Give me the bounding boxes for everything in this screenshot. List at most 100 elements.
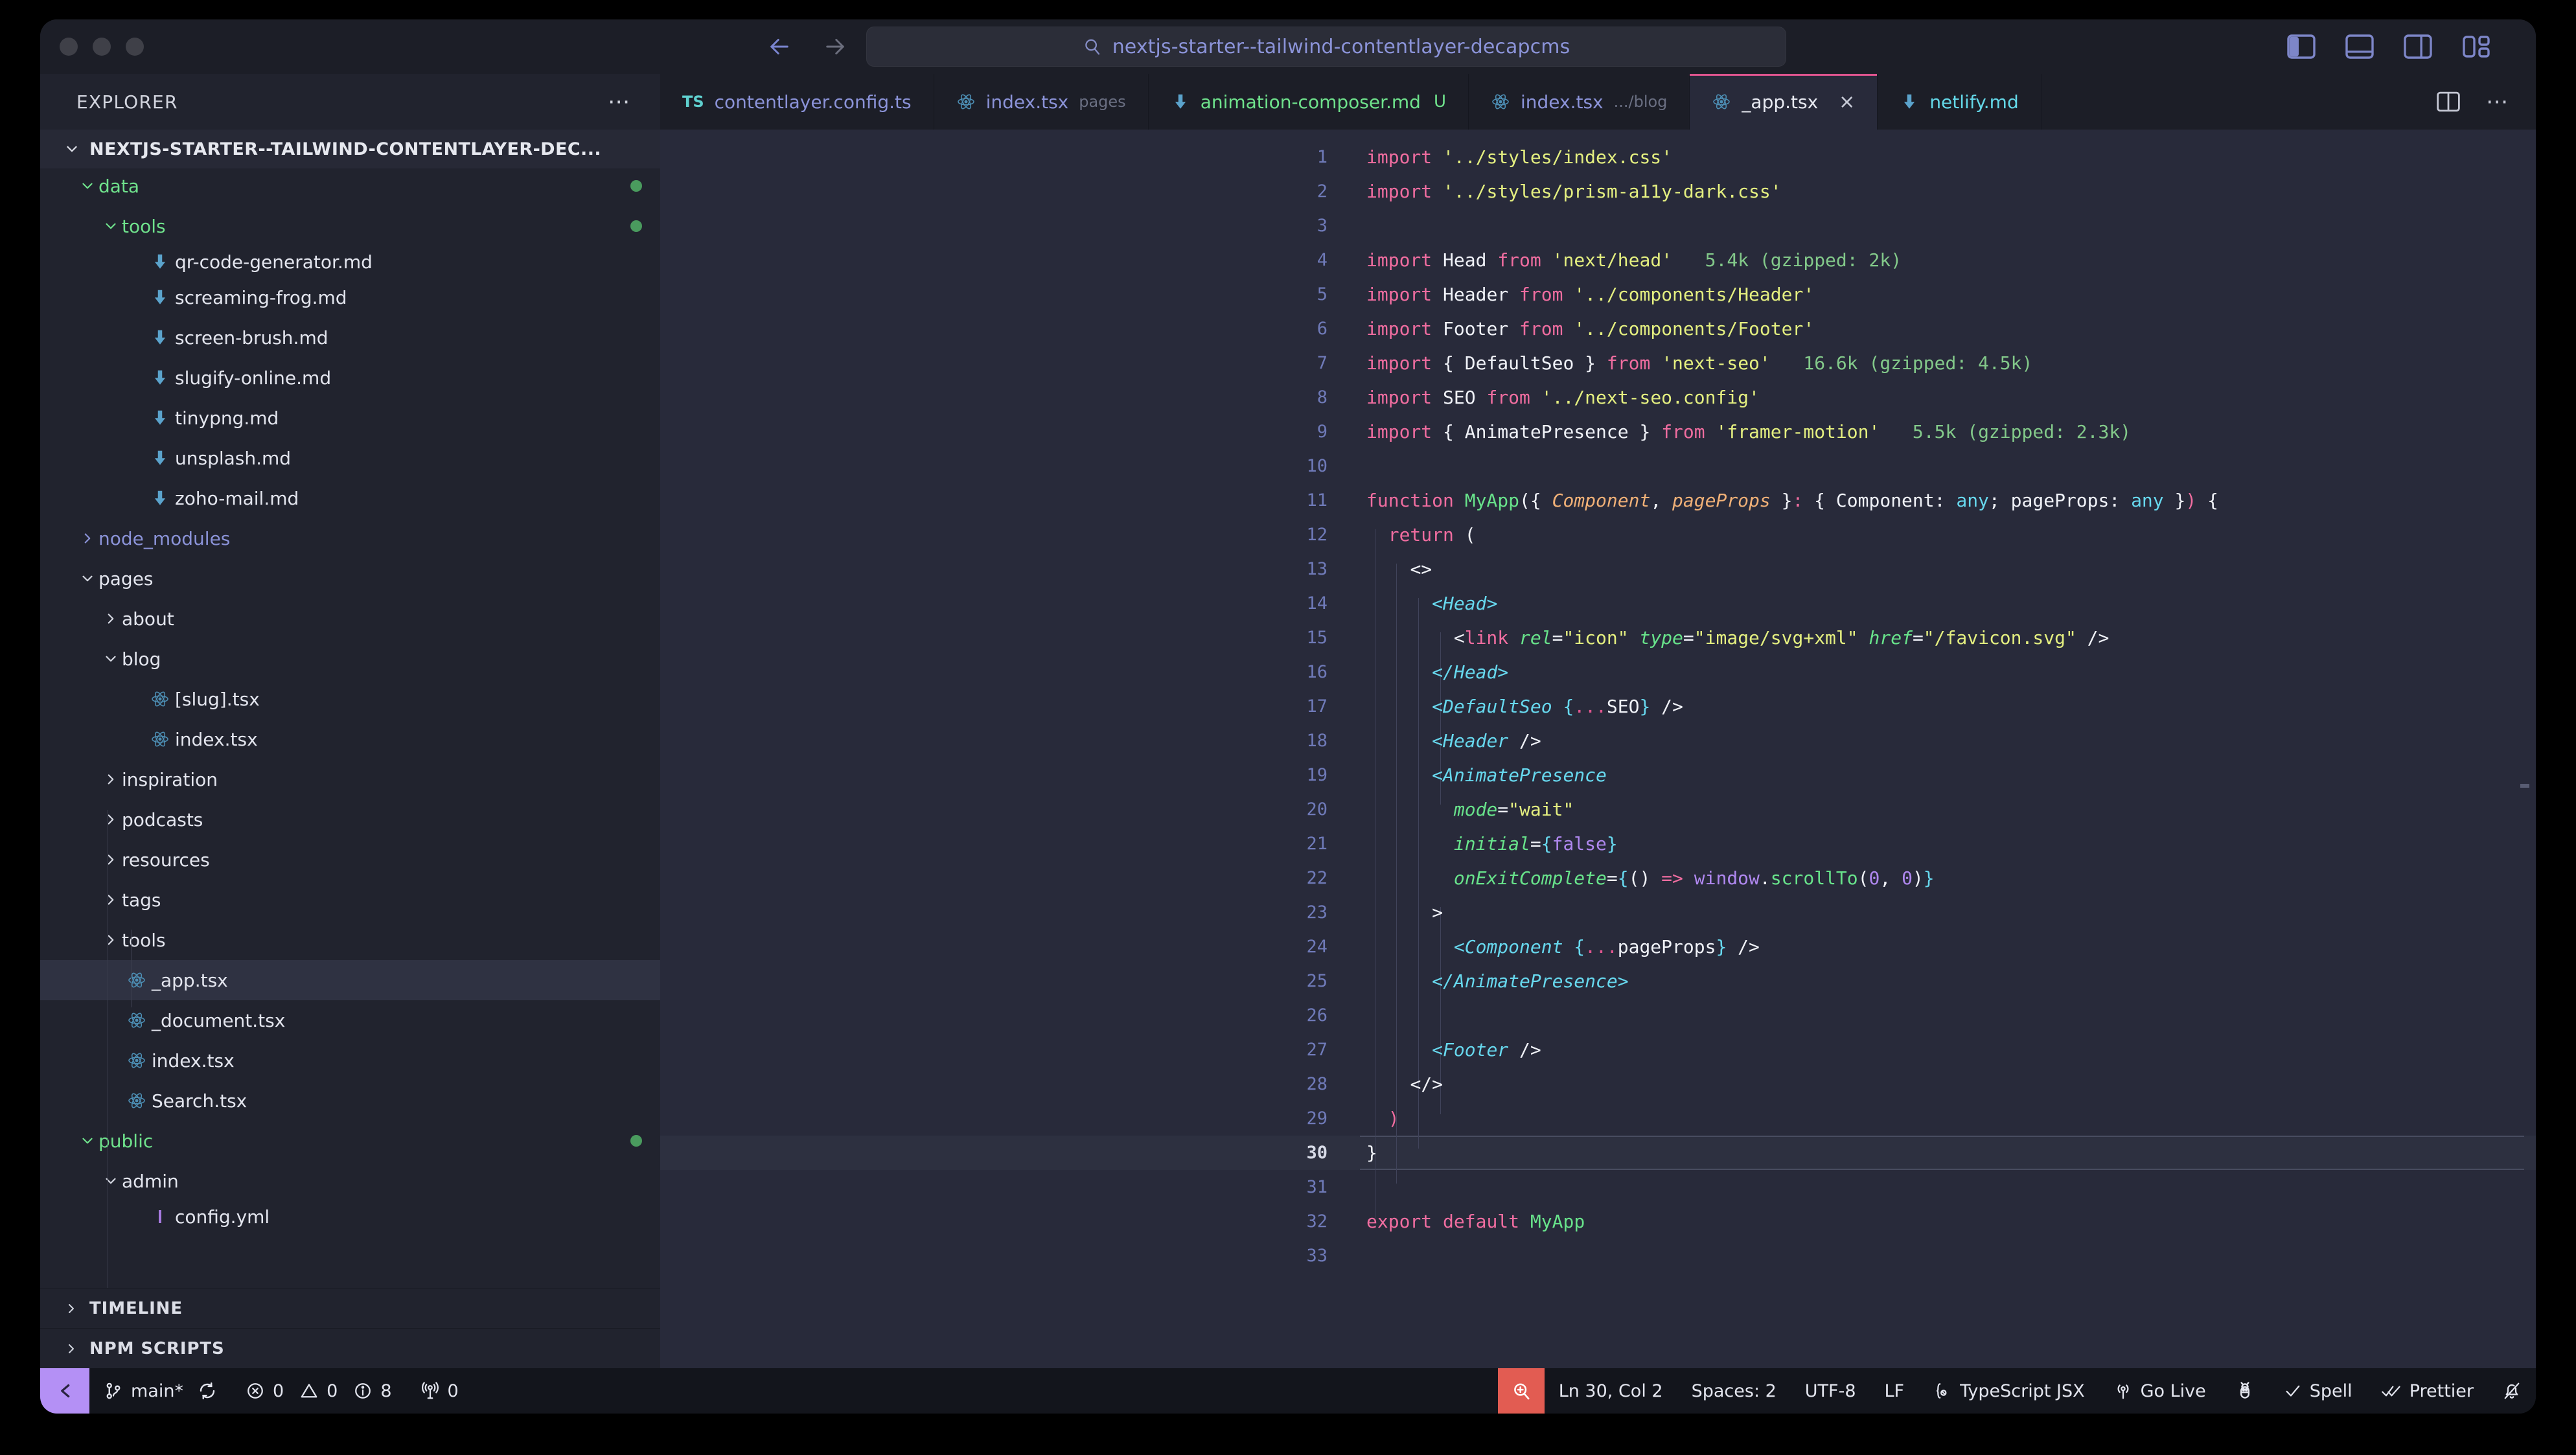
chevron-right-icon <box>63 1301 79 1316</box>
tree-item-label: config.yml <box>175 1206 270 1228</box>
code-line: 27 <Footer /> <box>660 1033 2536 1067</box>
remote-window-icon[interactable] <box>40 1368 89 1414</box>
toggle-panel-icon[interactable] <box>2345 34 2374 59</box>
tree-item-label: blog <box>122 648 161 670</box>
tree-item-label: screen-brush.md <box>175 327 328 349</box>
tab--app-tsx[interactable]: _app.tsx × <box>1690 74 1878 130</box>
tree-item-inspiration[interactable]: inspiration <box>40 759 660 799</box>
minimize-window-button[interactable] <box>93 38 111 56</box>
tree-item-label: [slug].tsx <box>175 688 260 710</box>
ellipsis-icon[interactable]: ⋯ <box>608 91 632 113</box>
code-line: 22 onExitComplete={() => window.scrollTo… <box>660 861 2536 895</box>
line-number: 2 <box>1317 181 1328 201</box>
tree-item-data[interactable]: data <box>40 166 660 206</box>
tree-item-label: index.tsx <box>175 728 258 750</box>
tree-item-tools[interactable]: tools <box>40 920 660 960</box>
status-ports[interactable]: 0 <box>406 1368 473 1414</box>
tree-item-index-tsx[interactable]: index.tsx <box>40 1040 660 1081</box>
panel-npm-scripts-label: NPM SCRIPTS <box>89 1338 225 1358</box>
tree-item-tags[interactable]: tags <box>40 880 660 920</box>
status-cursor-position[interactable]: Ln 30, Col 2 <box>1545 1368 1677 1414</box>
toggle-primary-sidebar-icon[interactable] <box>2287 34 2316 59</box>
tree-item-label: about <box>122 608 174 630</box>
tree-item-podcasts[interactable]: podcasts <box>40 799 660 840</box>
code-line: 32 export default MyApp <box>660 1204 2536 1239</box>
line-number: 28 <box>1306 1074 1328 1094</box>
tree-item-admin[interactable]: admin <box>40 1161 660 1201</box>
status-errors-count: 0 <box>272 1381 284 1401</box>
sync-icon[interactable] <box>198 1381 217 1401</box>
toggle-secondary-sidebar-icon[interactable] <box>2404 34 2432 59</box>
status-encoding[interactable]: UTF-8 <box>1791 1368 1870 1414</box>
tree-item-index-tsx[interactable]: index.tsx <box>40 719 660 759</box>
tree-item-zoho-mail-md[interactable]: zoho-mail.md <box>40 478 660 518</box>
tree-item-label: node_modules <box>98 527 231 549</box>
tab-index-tsx[interactable]: index.tsx .../blog <box>1469 74 1690 130</box>
status-notifications[interactable] <box>2488 1368 2536 1414</box>
tree-item-unsplash-md[interactable]: unsplash.md <box>40 438 660 478</box>
workspace-root-label: NEXTJS-STARTER--TAILWIND-CONTENTLAYER-DE… <box>89 139 602 159</box>
forward-arrow-icon[interactable] <box>822 33 849 60</box>
tree-item-search-tsx[interactable]: Search.tsx <box>40 1081 660 1121</box>
status-spell[interactable]: Spell <box>2270 1368 2367 1414</box>
code-line: 1 import '../styles/index.css' <box>660 140 2536 174</box>
status-eol[interactable]: LF <box>1870 1368 1919 1414</box>
status-problems[interactable]: 0 0 8 <box>231 1368 406 1414</box>
tree-item-pages[interactable]: pages <box>40 558 660 599</box>
tree-item-resources[interactable]: resources <box>40 840 660 880</box>
tree-item-about[interactable]: about <box>40 599 660 639</box>
tree-item--document-tsx[interactable]: _document.tsx <box>40 1000 660 1040</box>
tab-index-tsx[interactable]: index.tsx pages <box>934 74 1149 130</box>
line-number: 3 <box>1317 216 1328 236</box>
code-line-text: import Header from '../components/Header… <box>1366 284 1815 305</box>
status-branch[interactable]: main* <box>89 1368 231 1414</box>
tree-item-qr-code-generator-md[interactable]: qr-code-generator.md <box>40 246 660 277</box>
tab-netlify-md[interactable]: netlify.md <box>1878 74 2041 130</box>
status-go-live[interactable]: Go Live <box>2099 1368 2220 1414</box>
panel-npm-scripts[interactable]: NPM SCRIPTS <box>40 1328 660 1368</box>
status-bug[interactable] <box>2220 1368 2270 1414</box>
tree-item-tools[interactable]: tools <box>40 206 660 246</box>
tree-item-tinypng-md[interactable]: tinypng.md <box>40 398 660 438</box>
tree-item-screen-brush-md[interactable]: screen-brush.md <box>40 317 660 358</box>
status-indentation[interactable]: Spaces: 2 <box>1677 1368 1791 1414</box>
customize-layout-icon[interactable] <box>2462 34 2490 59</box>
tree-item-slugify-online-md[interactable]: slugify-online.md <box>40 358 660 398</box>
status-language-mode[interactable]: TypeScript JSX <box>1918 1368 2099 1414</box>
status-prettier-label: Prettier <box>2409 1381 2474 1401</box>
tree-item-label: tools <box>122 215 166 237</box>
zoom-in-icon[interactable] <box>1497 1368 1545 1414</box>
back-arrow-icon[interactable] <box>766 33 793 60</box>
tree-item-node-modules[interactable]: node_modules <box>40 518 660 558</box>
tab-contentlayer-config-ts[interactable]: TS contentlayer.config.ts <box>660 74 934 130</box>
tab-label: _app.tsx <box>1742 91 1819 113</box>
close-window-button[interactable] <box>60 38 78 56</box>
editor-scrollbar[interactable] <box>2520 784 2529 788</box>
status-right: Ln 30, Col 2 Spaces: 2 UTF-8 LF TypeScri… <box>1497 1368 2536 1414</box>
split-editor-icon[interactable] <box>2437 91 2460 112</box>
status-prettier[interactable]: Prettier <box>2367 1368 2488 1414</box>
file-tree[interactable]: NEXTJS-STARTER--TAILWIND-CONTENTLAYER-DE… <box>40 130 660 1288</box>
info-icon <box>353 1381 373 1401</box>
code-editor[interactable]: 1 import '../styles/index.css' 2 import '..… <box>660 130 2536 1368</box>
more-actions-icon[interactable]: ⋯ <box>2486 91 2510 113</box>
maximize-window-button[interactable] <box>126 38 144 56</box>
tree-item-blog[interactable]: blog <box>40 639 660 679</box>
tab-animation-composer-md[interactable]: animation-composer.md U <box>1149 74 1469 130</box>
code-line-text: export default MyApp <box>1366 1211 1585 1232</box>
tree-item-label: index.tsx <box>152 1049 235 1071</box>
line-number: 17 <box>1306 696 1328 716</box>
tree-item--slug-tsx[interactable]: [slug].tsx <box>40 679 660 719</box>
markdown-icon <box>145 448 175 468</box>
code-line-text: <AnimatePresence <box>1432 764 1607 786</box>
close-tab-icon[interactable]: × <box>1839 91 1855 113</box>
tree-item-screaming-frog-md[interactable]: screaming-frog.md <box>40 277 660 317</box>
command-center-search[interactable]: nextjs-starter--tailwind-contentlayer-de… <box>866 27 1786 67</box>
tree-item--app-tsx[interactable]: _app.tsx <box>40 960 660 1000</box>
braces-icon <box>1933 1381 1952 1401</box>
tree-item-config-yml[interactable]: config.yml <box>40 1201 660 1232</box>
panel-timeline[interactable]: TIMELINE <box>40 1288 660 1328</box>
workspace-root-row[interactable]: NEXTJS-STARTER--TAILWIND-CONTENTLAYER-DE… <box>40 130 660 168</box>
tree-item-public[interactable]: public <box>40 1121 660 1161</box>
line-number: 7 <box>1317 353 1328 373</box>
